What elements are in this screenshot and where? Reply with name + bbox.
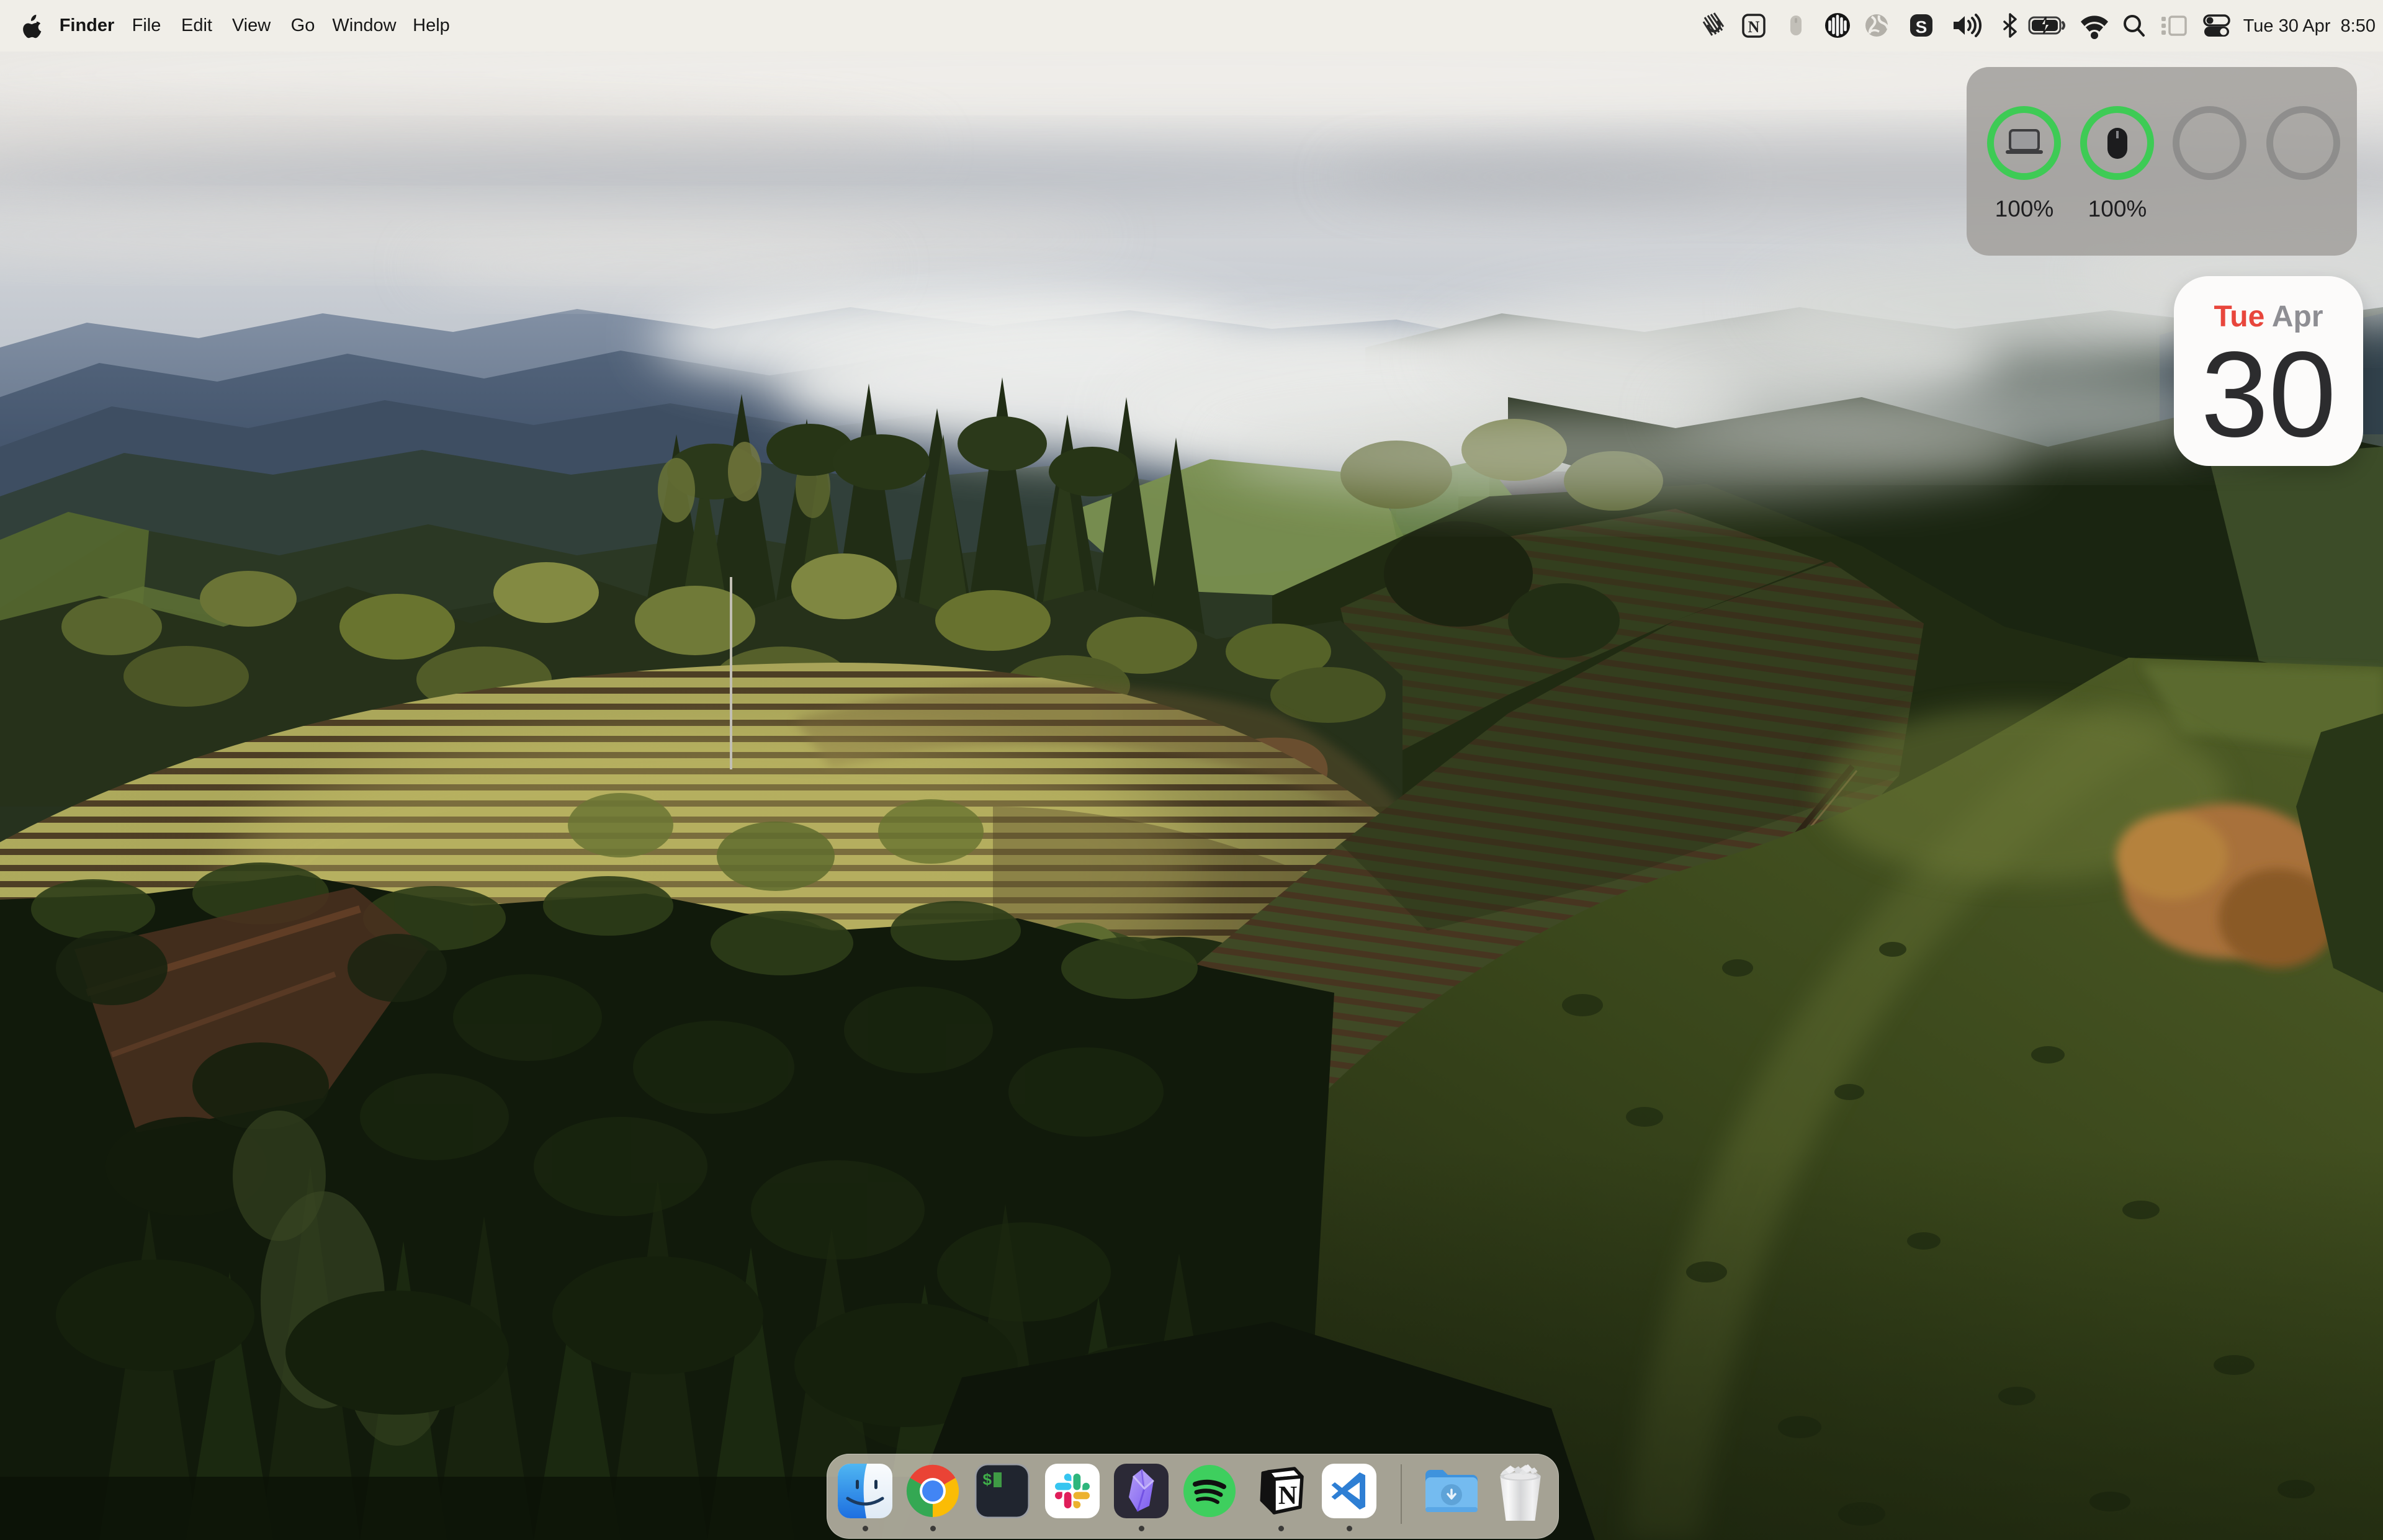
svg-text:N: N (1748, 18, 1760, 36)
svg-text:$: $ (982, 1471, 992, 1490)
svg-text:N: N (1278, 1482, 1297, 1510)
svg-text:S: S (1916, 17, 1927, 37)
